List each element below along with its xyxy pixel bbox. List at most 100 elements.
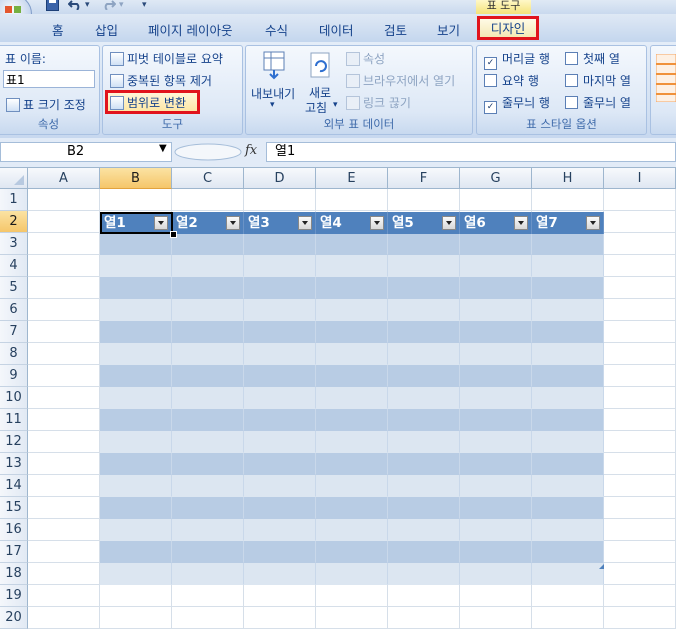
cell-g20[interactable] bbox=[460, 607, 532, 629]
cell-c4[interactable] bbox=[172, 255, 244, 277]
row-header-7[interactable]: 7 bbox=[0, 321, 28, 343]
resize-table-button[interactable]: 표 크기 조정 bbox=[6, 96, 86, 113]
row-header-17[interactable]: 17 bbox=[0, 541, 28, 563]
cell-e9[interactable] bbox=[316, 365, 388, 387]
refresh-button-line2[interactable]: 고침 bbox=[305, 99, 327, 116]
cell-g17[interactable] bbox=[460, 541, 532, 563]
column-header-f[interactable]: F bbox=[388, 168, 460, 189]
cell-f5[interactable] bbox=[388, 277, 460, 299]
cell-f15[interactable] bbox=[388, 497, 460, 519]
cell-e13[interactable] bbox=[316, 453, 388, 475]
cell-g12[interactable] bbox=[460, 431, 532, 453]
cell-a11[interactable] bbox=[28, 409, 100, 431]
cell-b1[interactable] bbox=[100, 189, 172, 211]
cell-g3[interactable] bbox=[460, 233, 532, 255]
formula-input[interactable]: 열1 bbox=[266, 142, 676, 162]
row-header-3[interactable]: 3 bbox=[0, 233, 28, 255]
cell-b4[interactable] bbox=[100, 255, 172, 277]
cell-i6[interactable] bbox=[604, 299, 676, 321]
cell-h14[interactable] bbox=[532, 475, 604, 497]
row-header-1[interactable]: 1 bbox=[0, 189, 28, 211]
cell-h19[interactable] bbox=[532, 585, 604, 607]
cell-c7[interactable] bbox=[172, 321, 244, 343]
row-header-6[interactable]: 6 bbox=[0, 299, 28, 321]
cell-a10[interactable] bbox=[28, 387, 100, 409]
cell-h8[interactable] bbox=[532, 343, 604, 365]
convert-to-range-button[interactable]: 범위로 변환 bbox=[110, 94, 186, 111]
cell-f1[interactable] bbox=[388, 189, 460, 211]
cell-d12[interactable] bbox=[244, 431, 316, 453]
cell-e11[interactable] bbox=[316, 409, 388, 431]
cell-d4[interactable] bbox=[244, 255, 316, 277]
cell-i18[interactable] bbox=[604, 563, 676, 585]
cell-d17[interactable] bbox=[244, 541, 316, 563]
cell-c17[interactable] bbox=[172, 541, 244, 563]
row-header-18[interactable]: 18 bbox=[0, 563, 28, 585]
filter-dropdown-icon[interactable] bbox=[370, 216, 384, 230]
cell-a6[interactable] bbox=[28, 299, 100, 321]
refresh-dropdown-icon[interactable]: ▾ bbox=[333, 100, 338, 110]
cell-h20[interactable] bbox=[532, 607, 604, 629]
total-row-checkbox[interactable]: 요약 행 bbox=[484, 72, 539, 89]
cell-g1[interactable] bbox=[460, 189, 532, 211]
cell-h9[interactable] bbox=[532, 365, 604, 387]
cell-a19[interactable] bbox=[28, 585, 100, 607]
select-all-corner[interactable] bbox=[0, 168, 28, 189]
cell-e14[interactable] bbox=[316, 475, 388, 497]
cell-a7[interactable] bbox=[28, 321, 100, 343]
cell-g14[interactable] bbox=[460, 475, 532, 497]
cell-e12[interactable] bbox=[316, 431, 388, 453]
cell-e6[interactable] bbox=[316, 299, 388, 321]
column-header-i[interactable]: I bbox=[604, 168, 676, 189]
cell-i13[interactable] bbox=[604, 453, 676, 475]
cell-e16[interactable] bbox=[316, 519, 388, 541]
export-dropdown-icon[interactable]: ▾ bbox=[270, 100, 275, 110]
cell-b13[interactable] bbox=[100, 453, 172, 475]
cell-h15[interactable] bbox=[532, 497, 604, 519]
banded-columns-checkbox[interactable]: 줄무늬 열 bbox=[565, 94, 631, 111]
column-header-h[interactable]: H bbox=[532, 168, 604, 189]
cell-g4[interactable] bbox=[460, 255, 532, 277]
cell-d7[interactable] bbox=[244, 321, 316, 343]
cell-c16[interactable] bbox=[172, 519, 244, 541]
cell-e19[interactable] bbox=[316, 585, 388, 607]
column-header-e[interactable]: E bbox=[316, 168, 388, 189]
banded-rows-checkbox[interactable]: ✓ 줄무늬 행 bbox=[484, 94, 550, 114]
undo-dropdown[interactable]: ▾ bbox=[85, 0, 90, 10]
cell-g10[interactable] bbox=[460, 387, 532, 409]
cell-i8[interactable] bbox=[604, 343, 676, 365]
cell-f13[interactable] bbox=[388, 453, 460, 475]
cell-f19[interactable] bbox=[388, 585, 460, 607]
cell-g13[interactable] bbox=[460, 453, 532, 475]
cell-a4[interactable] bbox=[28, 255, 100, 277]
cell-i19[interactable] bbox=[604, 585, 676, 607]
cell-c19[interactable] bbox=[172, 585, 244, 607]
cell-h6[interactable] bbox=[532, 299, 604, 321]
cell-f17[interactable] bbox=[388, 541, 460, 563]
cell-f10[interactable] bbox=[388, 387, 460, 409]
cell-a14[interactable] bbox=[28, 475, 100, 497]
filter-dropdown-icon[interactable] bbox=[298, 216, 312, 230]
cell-i11[interactable] bbox=[604, 409, 676, 431]
cell-d15[interactable] bbox=[244, 497, 316, 519]
cell-c10[interactable] bbox=[172, 387, 244, 409]
open-in-browser-button[interactable]: 브라우저에서 열기 bbox=[346, 72, 455, 89]
cell-c18[interactable] bbox=[172, 563, 244, 585]
tab-review[interactable]: 검토 bbox=[384, 20, 407, 39]
filter-dropdown-icon[interactable] bbox=[226, 216, 240, 230]
cell-c3[interactable] bbox=[172, 233, 244, 255]
table-header-cell[interactable]: 열7 bbox=[532, 212, 604, 234]
cell-h17[interactable] bbox=[532, 541, 604, 563]
table-header-cell[interactable]: 열3 bbox=[244, 212, 316, 234]
cell-a9[interactable] bbox=[28, 365, 100, 387]
customize-quick-access[interactable]: ▾ bbox=[142, 0, 147, 10]
cell-h16[interactable] bbox=[532, 519, 604, 541]
table-header-cell[interactable]: 열2 bbox=[172, 212, 244, 234]
cell-c6[interactable] bbox=[172, 299, 244, 321]
cell-d3[interactable] bbox=[244, 233, 316, 255]
cell-d20[interactable] bbox=[244, 607, 316, 629]
row-header-11[interactable]: 11 bbox=[0, 409, 28, 431]
cell-i16[interactable] bbox=[604, 519, 676, 541]
cell-g18[interactable] bbox=[460, 563, 532, 585]
unlink-button[interactable]: 링크 끊기 bbox=[346, 94, 411, 111]
